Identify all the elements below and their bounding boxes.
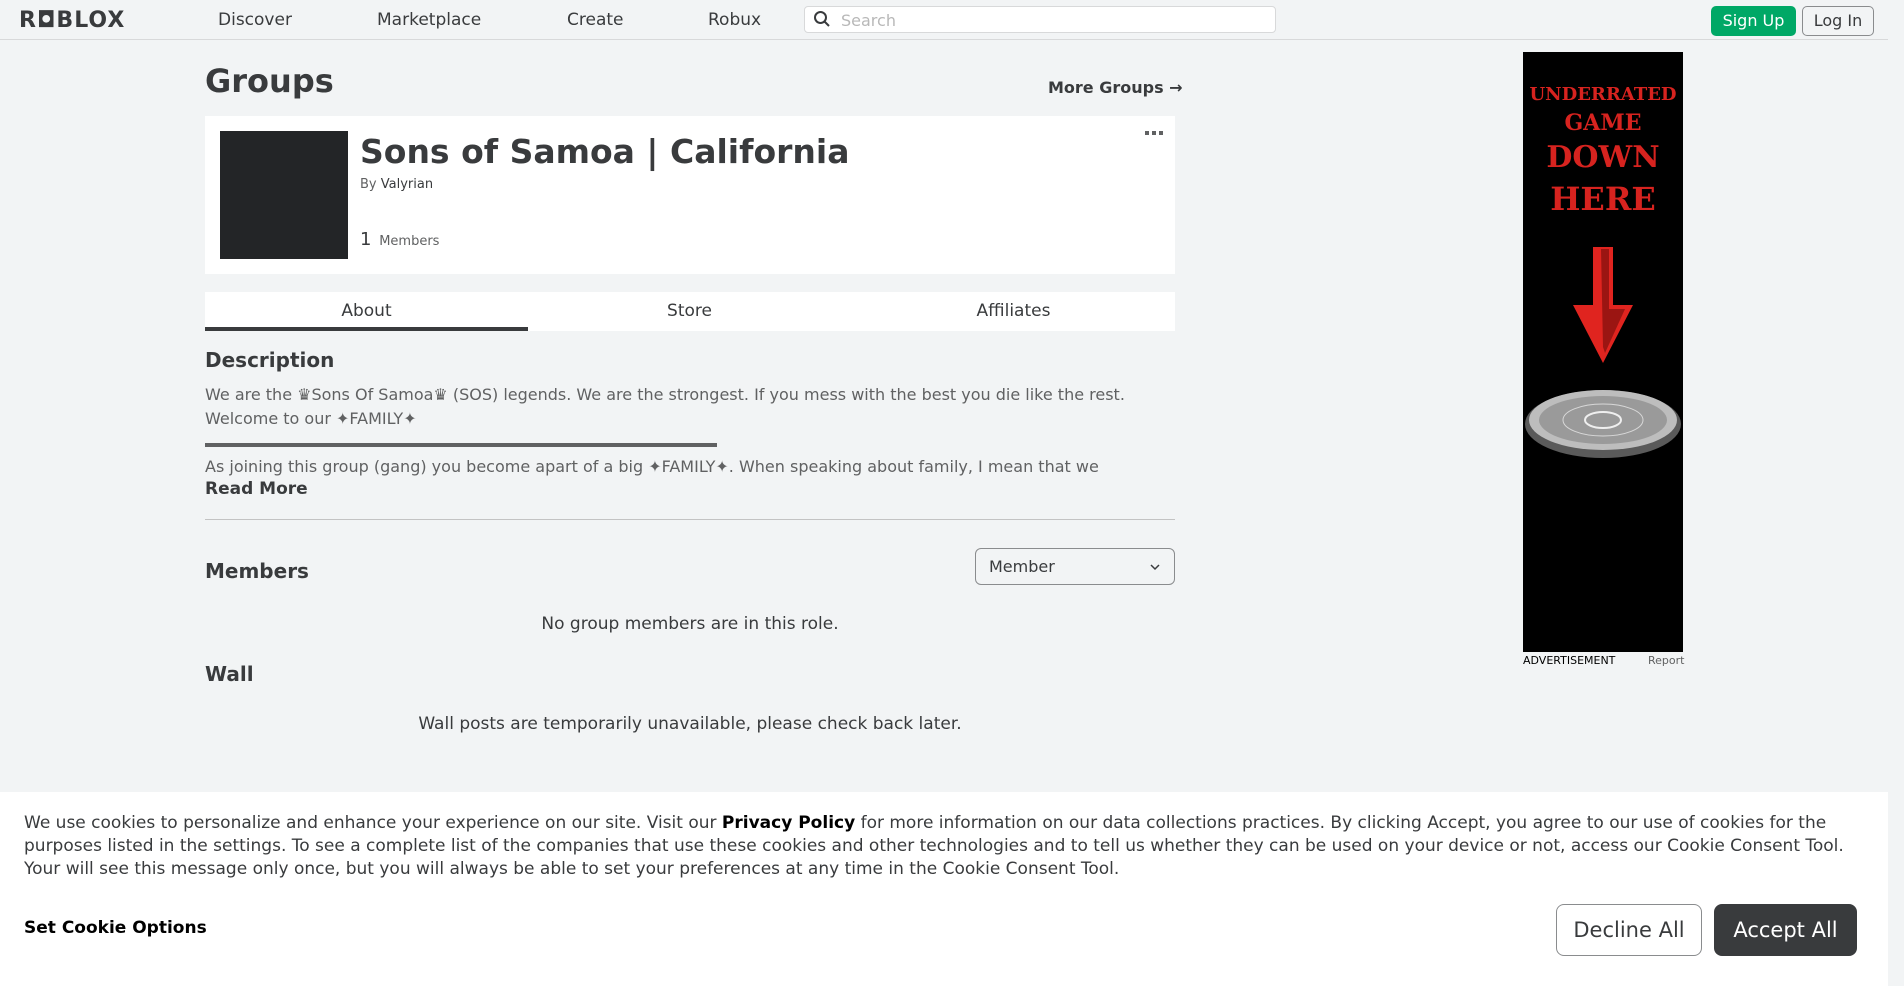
member-count-value: 1: [360, 229, 372, 250]
nav-discover[interactable]: Discover: [218, 10, 292, 30]
section-divider: [205, 519, 1175, 520]
group-header-card: Sons of Samoa | California By Valyrian 1…: [205, 116, 1175, 274]
top-navigation: R◘BLOX Discover Marketplace Create Robux…: [0, 0, 1904, 40]
log-in-button[interactable]: Log In: [1802, 6, 1874, 36]
read-more-button[interactable]: Read More: [205, 479, 308, 499]
nav-robux[interactable]: Robux: [708, 10, 761, 30]
owner-link[interactable]: Valyrian: [381, 177, 433, 192]
manhole-cover-icon: [1525, 390, 1681, 458]
red-arrow-down-icon: [1573, 247, 1633, 363]
role-dropdown-value: Member: [989, 557, 1055, 576]
description-line-1: We are the ♛Sons Of Samoa♛ (SOS) legends…: [205, 385, 1125, 404]
no-members-message: No group members are in this role.: [541, 614, 839, 634]
decline-all-button[interactable]: Decline All: [1556, 904, 1702, 956]
member-count: 1 Members: [360, 229, 439, 250]
advertisement-banner[interactable]: UNDERRATED GAME DOWN HERE: [1523, 52, 1683, 652]
role-dropdown[interactable]: Member: [975, 548, 1175, 585]
tab-affiliates[interactable]: Affiliates: [852, 292, 1175, 331]
advertisement-label: ADVERTISEMENT: [1523, 654, 1616, 667]
search-icon: [814, 11, 830, 27]
nav-create[interactable]: Create: [567, 10, 624, 30]
description-divider: [205, 443, 717, 447]
description-line-2: Welcome to our ✦FAMILY✦: [205, 409, 417, 428]
set-cookie-options-link[interactable]: Set Cookie Options: [24, 918, 207, 938]
ad-text-line-3: DOWN: [1546, 140, 1660, 175]
wall-message: Wall posts are temporarily unavailable, …: [418, 714, 962, 734]
more-options-icon[interactable]: [1145, 130, 1163, 136]
sign-up-button[interactable]: Sign Up: [1711, 6, 1796, 36]
page-title: Groups: [205, 62, 334, 100]
ad-text-line-2: GAME: [1564, 110, 1642, 136]
more-groups-link[interactable]: More Groups →: [1048, 78, 1183, 97]
cookie-consent-text: We use cookies to personalize and enhanc…: [24, 812, 1854, 881]
group-owner: By Valyrian: [360, 177, 433, 192]
roblox-logo[interactable]: R◘BLOX: [19, 8, 125, 33]
ad-text-line-4: HERE: [1550, 180, 1656, 218]
cookie-text-before: We use cookies to personalize and enhanc…: [24, 813, 717, 833]
chevron-down-icon: [1150, 564, 1160, 571]
cookie-consent-banner: We use cookies to personalize and enhanc…: [0, 792, 1888, 986]
ad-text-line-1: UNDERRATED: [1529, 84, 1677, 105]
member-count-label: Members: [379, 234, 440, 249]
report-ad-link[interactable]: Report: [1648, 654, 1684, 667]
owner-prefix: By: [360, 177, 377, 192]
accept-all-button[interactable]: Accept All: [1714, 904, 1857, 956]
group-tabs: About Store Affiliates: [205, 292, 1175, 331]
page-scrollbar[interactable]: [1888, 0, 1904, 986]
group-emblem: [220, 131, 348, 259]
tab-about[interactable]: About: [205, 292, 528, 331]
privacy-policy-link[interactable]: Privacy Policy: [722, 813, 855, 833]
group-name: Sons of Samoa | California: [360, 132, 850, 171]
description-title: Description: [205, 348, 335, 372]
wall-title: Wall: [205, 662, 254, 686]
nav-marketplace[interactable]: Marketplace: [377, 10, 481, 30]
search-box[interactable]: [804, 6, 1276, 33]
members-title: Members: [205, 559, 309, 583]
tab-store[interactable]: Store: [528, 292, 851, 331]
search-input[interactable]: [839, 9, 1263, 31]
description-line-3: As joining this group (gang) you become …: [205, 457, 1099, 476]
